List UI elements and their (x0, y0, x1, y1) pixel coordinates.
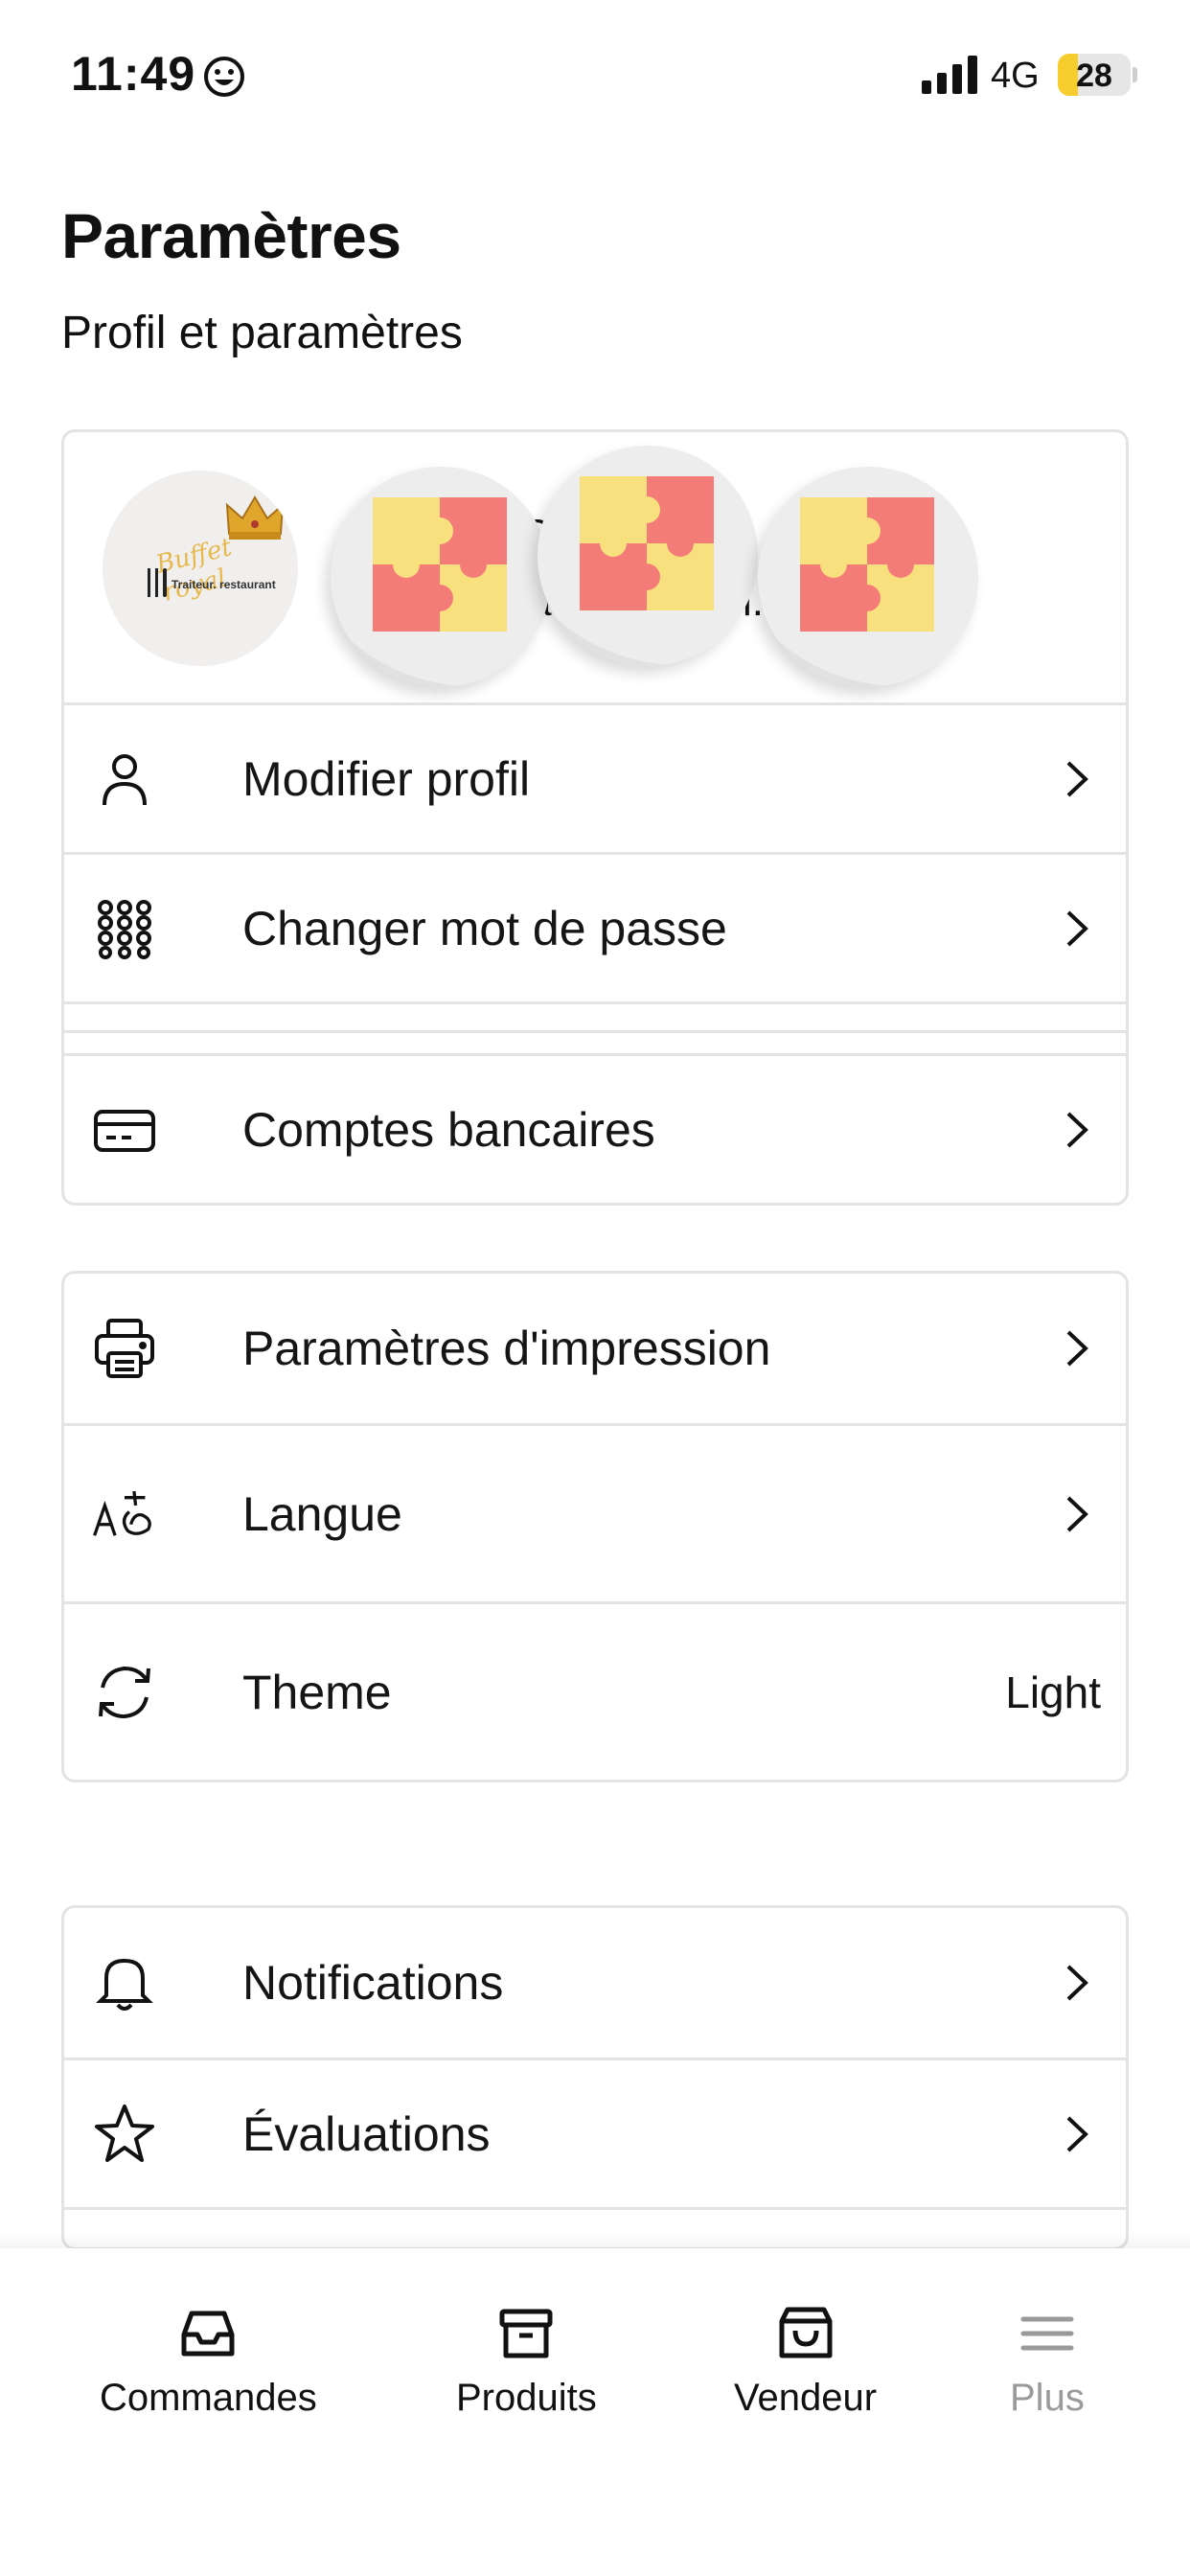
credit-card-icon (93, 1098, 156, 1162)
battery-level: 28 (1076, 58, 1112, 94)
battery-cap (1133, 67, 1137, 82)
cutlery-icon (148, 568, 167, 597)
language-row[interactable]: Langue (64, 1423, 1126, 1601)
puzzle-icon (758, 497, 934, 687)
profile-header[interactable]: Buffet royal Traiteur. restaurant R a i. (64, 432, 1126, 702)
smiley-icon (204, 57, 244, 97)
chevron-right-icon (1066, 1330, 1088, 1367)
tab-produits[interactable]: Produits (456, 2304, 597, 2420)
chevron-right-icon (1066, 2116, 1088, 2151)
battery-icon: 28 (1058, 54, 1131, 96)
tab-label: Plus (1010, 2377, 1085, 2419)
star-icon (93, 2103, 156, 2166)
chevron-right-icon (1066, 1965, 1088, 2001)
tab-label: Produits (456, 2377, 597, 2419)
puzzle-avatar (331, 467, 551, 687)
status-bar: 11:49 4G 28 (0, 0, 1190, 144)
chevron-right-icon (1066, 761, 1088, 796)
logo-tagline: Traiteur. restaurant (172, 578, 276, 591)
tab-commandes[interactable]: Commandes (100, 2304, 317, 2420)
theme-row[interactable]: Theme Light (64, 1601, 1126, 1780)
puzzle-icon (538, 476, 714, 666)
page-subtitle: Profil et paramètres (61, 308, 463, 358)
puzzle-avatar (538, 446, 758, 666)
chevron-right-icon (1066, 1496, 1088, 1531)
notifications-label: Notifications (242, 1956, 504, 2010)
store-logo-avatar: Buffet royal Traiteur. restaurant (103, 471, 298, 666)
edit-profile-label: Modifier profil (242, 751, 531, 806)
tab-vendeur[interactable]: Vendeur (734, 2304, 877, 2420)
change-password-label: Changer mot de passe (242, 901, 727, 955)
translate-icon (93, 1483, 156, 1546)
change-password-row[interactable]: Changer mot de passe (64, 852, 1126, 1001)
row-divider (64, 1001, 1126, 1030)
reviews-row[interactable]: Évaluations (64, 2058, 1126, 2207)
inbox-icon (181, 2311, 235, 2357)
theme-value: Light (1005, 1667, 1101, 1717)
edit-profile-row[interactable]: Modifier profil (64, 702, 1126, 852)
status-time: 11:49 (71, 47, 196, 101)
print-settings-row[interactable]: Paramètres d'impression (64, 1274, 1126, 1423)
puzzle-icon (331, 497, 507, 687)
keypad-icon (93, 897, 156, 960)
bank-accounts-label: Comptes bancaires (242, 1102, 655, 1157)
reviews-label: Évaluations (242, 2106, 491, 2161)
row-divider (64, 1030, 1126, 1053)
person-icon (93, 748, 156, 811)
signal-icon (922, 56, 977, 94)
theme-label: Theme (242, 1665, 392, 1719)
notifications-row[interactable]: Notifications (64, 1908, 1126, 2058)
language-label: Langue (242, 1486, 402, 1541)
network-type: 4G (991, 56, 1040, 96)
menu-icon (1020, 2316, 1074, 2351)
refresh-icon (93, 1661, 156, 1724)
page-title: Paramètres (61, 200, 401, 271)
archive-icon (499, 2309, 553, 2358)
account-card: Buffet royal Traiteur. restaurant R a i. (61, 429, 1129, 1206)
chevron-right-icon (1066, 910, 1088, 946)
chevron-right-icon (1066, 1112, 1088, 1147)
tab-plus[interactable]: Plus (1010, 2304, 1085, 2420)
tab-label: Commandes (100, 2377, 317, 2419)
bottom-nav: Commandes Produits Vendeur Plus (0, 2248, 1190, 2576)
bank-accounts-row[interactable]: Comptes bancaires (64, 1053, 1126, 1203)
app-settings-card: Paramètres d'impression Langue Theme Lig… (61, 1271, 1129, 1782)
bell-icon (93, 1951, 156, 2014)
print-settings-label: Paramètres d'impression (242, 1322, 771, 1375)
printer-icon (93, 1317, 156, 1380)
tab-label: Vendeur (734, 2377, 878, 2419)
puzzle-avatar (758, 467, 978, 687)
shopping-bag-icon (779, 2307, 833, 2358)
misc-card: Notifications Évaluations (61, 1905, 1129, 2250)
